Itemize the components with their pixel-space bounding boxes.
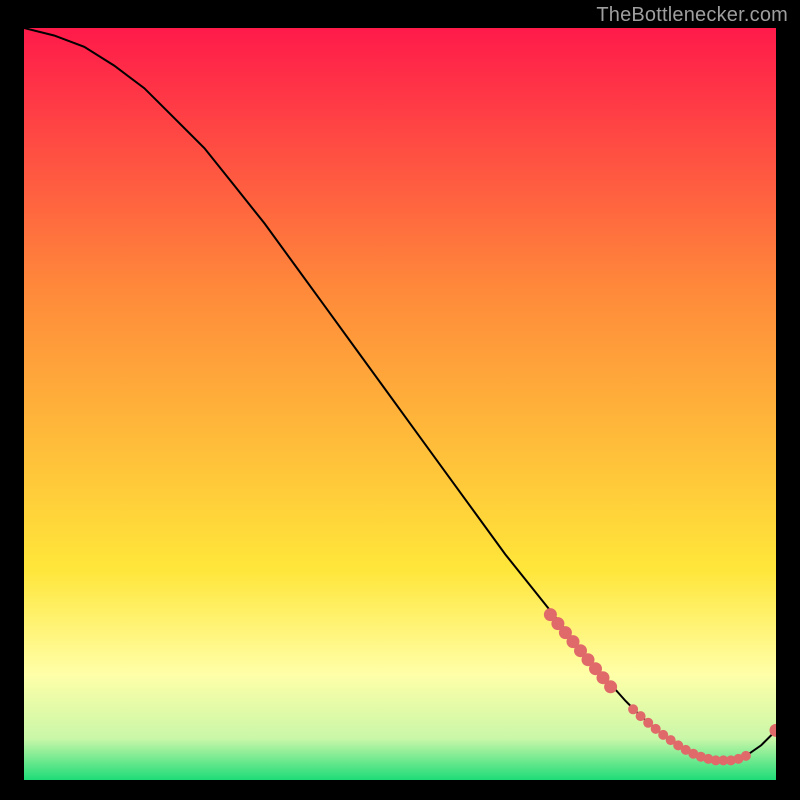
data-marker xyxy=(636,711,646,721)
attribution-text: TheBottlenecker.com xyxy=(596,4,788,27)
chart-area xyxy=(24,28,776,780)
chart-svg xyxy=(24,28,776,780)
data-marker xyxy=(604,680,617,693)
data-marker xyxy=(628,704,638,714)
gradient-background xyxy=(24,28,776,780)
data-marker xyxy=(741,751,751,761)
frame: TheBottlenecker.com xyxy=(0,0,800,800)
